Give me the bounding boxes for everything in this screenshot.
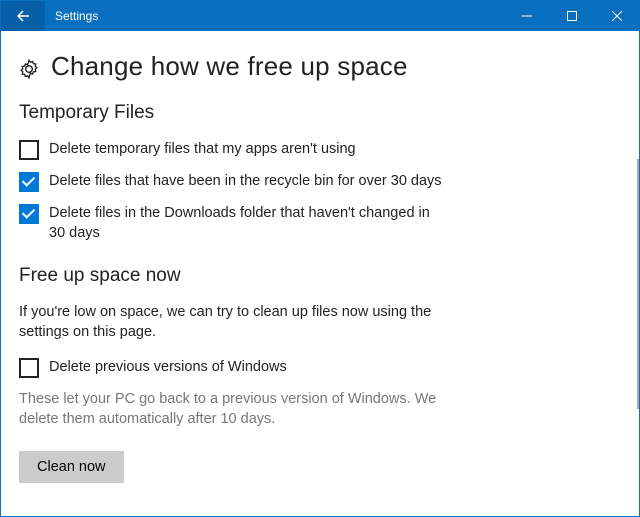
freeup-hint: These let your PC go back to a previous … xyxy=(19,390,449,429)
checkbox[interactable] xyxy=(19,204,39,224)
window-controls xyxy=(504,1,639,31)
maximize-icon xyxy=(567,11,577,21)
back-button[interactable] xyxy=(1,1,45,31)
close-button[interactable] xyxy=(594,1,639,31)
window-title: Settings xyxy=(45,1,504,31)
section-heading-temp: Temporary Files xyxy=(19,102,611,124)
checkbox[interactable] xyxy=(19,358,39,378)
checkbox[interactable] xyxy=(19,140,39,160)
clean-now-button[interactable]: Clean now xyxy=(19,451,124,483)
titlebar: Settings xyxy=(1,1,639,31)
option-label: Delete previous versions of Windows xyxy=(49,358,287,378)
section-heading-freeup: Free up space now xyxy=(19,265,611,287)
option-downloads[interactable]: Delete files in the Downloads folder tha… xyxy=(19,204,449,243)
maximize-button[interactable] xyxy=(549,1,594,31)
option-temp-files[interactable]: Delete temporary files that my apps aren… xyxy=(19,140,449,160)
option-previous-windows[interactable]: Delete previous versions of Windows xyxy=(19,358,449,378)
content-area: Change how we free up space Temporary Fi… xyxy=(1,31,639,516)
freeup-description: If you're low on space, we can try to cl… xyxy=(19,303,449,342)
option-label: Delete temporary files that my apps aren… xyxy=(49,140,356,160)
checkbox[interactable] xyxy=(19,172,39,192)
gear-icon xyxy=(19,59,39,79)
scrollbar[interactable] xyxy=(637,159,639,409)
back-arrow-icon xyxy=(14,7,32,25)
minimize-button[interactable] xyxy=(504,1,549,31)
option-recycle-bin[interactable]: Delete files that have been in the recyc… xyxy=(19,172,449,192)
option-label: Delete files that have been in the recyc… xyxy=(49,172,442,192)
minimize-icon xyxy=(522,11,532,21)
option-label: Delete files in the Downloads folder tha… xyxy=(49,204,449,243)
page-title: Change how we free up space xyxy=(51,51,408,82)
page-header: Change how we free up space xyxy=(19,51,611,82)
close-icon xyxy=(612,11,622,21)
